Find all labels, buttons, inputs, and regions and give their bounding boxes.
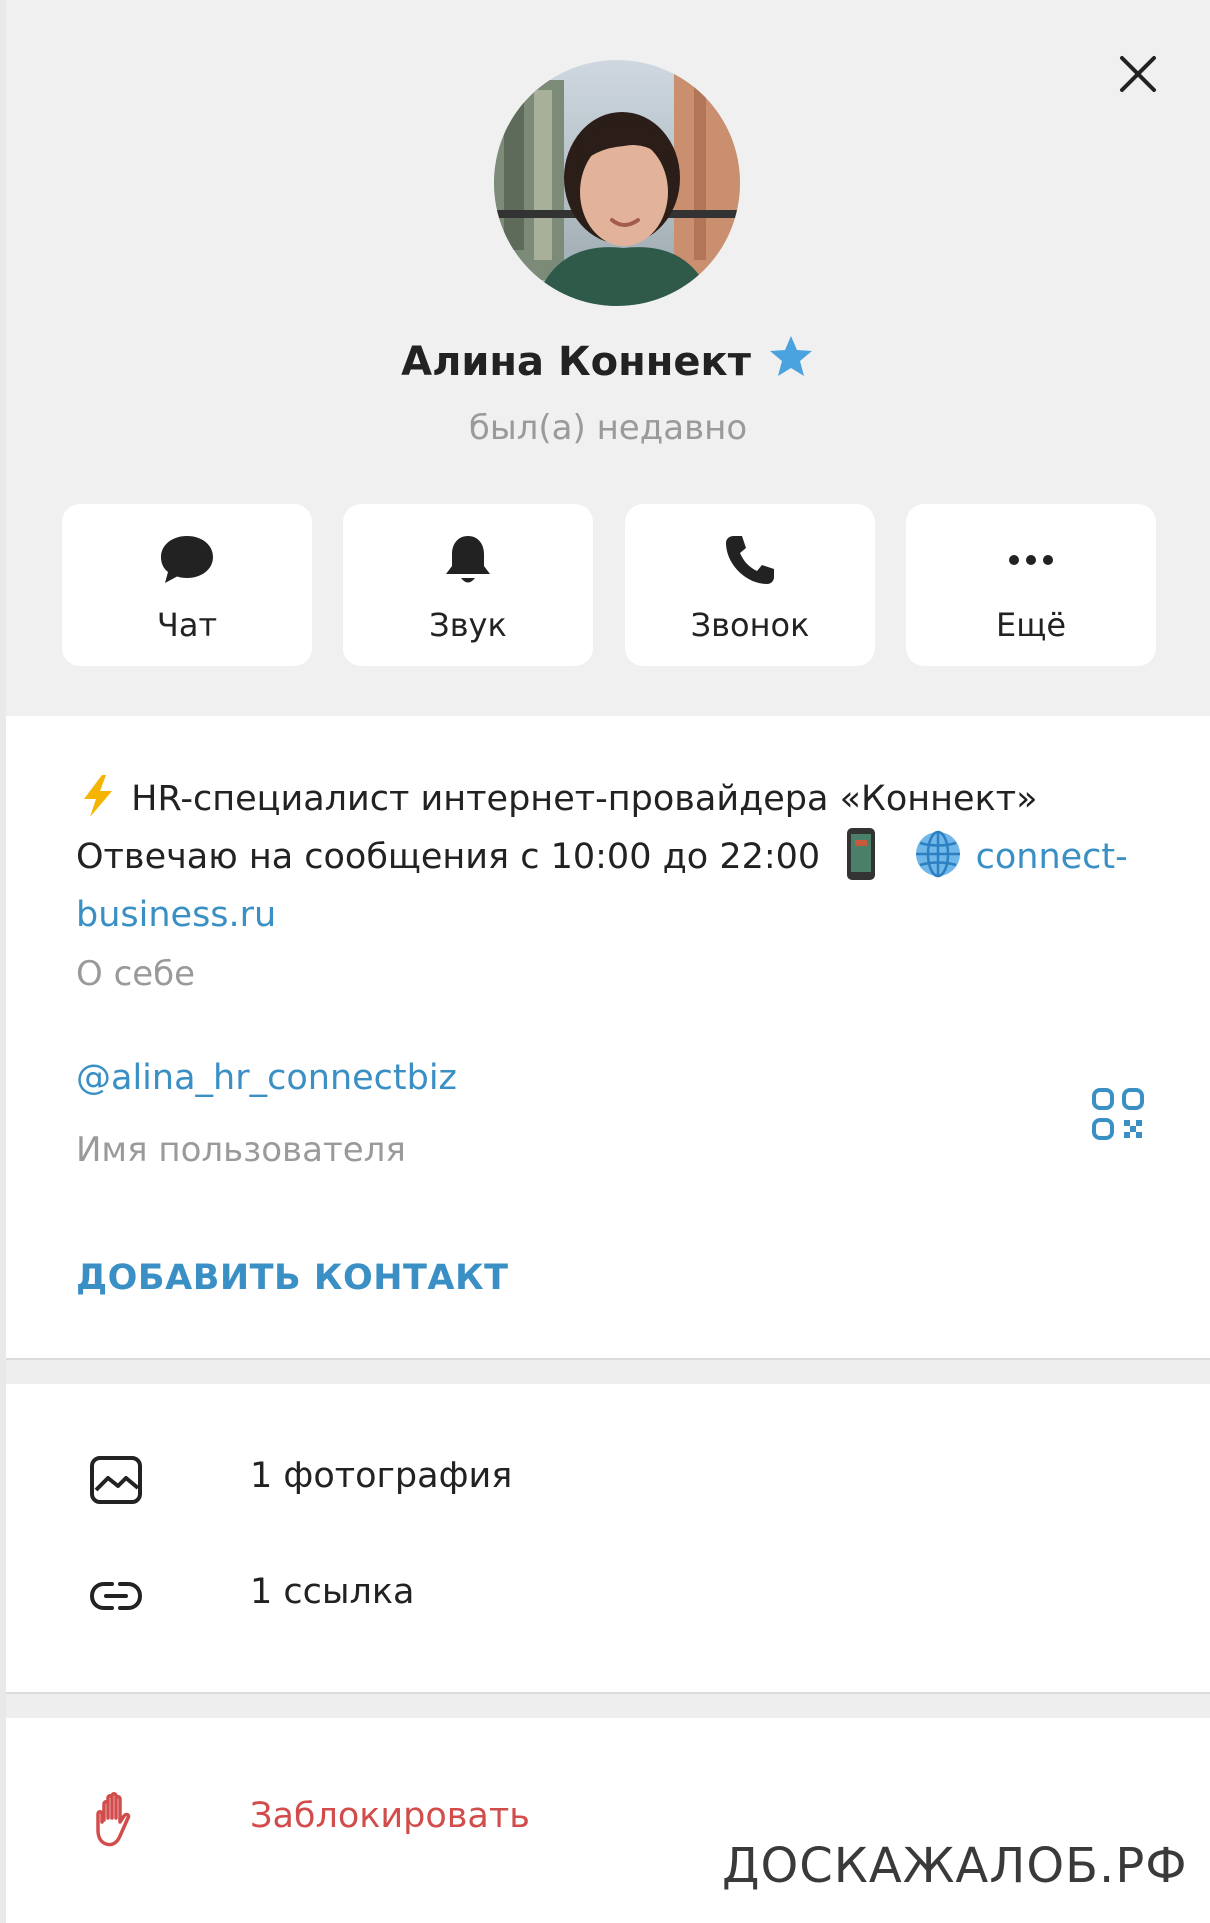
action-buttons: Чат Звук Звонок Ещё bbox=[62, 504, 1156, 666]
links-count: 1 ссылка bbox=[250, 1572, 415, 1612]
sound-button[interactable]: Звук bbox=[343, 504, 593, 666]
close-icon bbox=[1120, 56, 1156, 92]
sound-button-label: Звук bbox=[429, 606, 507, 644]
close-button[interactable] bbox=[1110, 46, 1166, 102]
profile-panel: Алина Коннект был(а) недавно Чат Звук Зв… bbox=[6, 0, 1210, 1923]
block-user-label: Заблокировать bbox=[250, 1796, 530, 1836]
avatar[interactable] bbox=[494, 60, 740, 306]
profile-status: был(а) недавно bbox=[468, 408, 748, 448]
watermark: ДОСКАЖАЛОБ.РФ bbox=[722, 1838, 1188, 1894]
more-dots-icon bbox=[1009, 555, 1053, 565]
bell-icon bbox=[446, 536, 490, 583]
mobile-phone-emoji-icon bbox=[847, 828, 876, 880]
phone-icon bbox=[726, 536, 774, 584]
photos-count: 1 фотография bbox=[250, 1456, 513, 1496]
media-row-photos[interactable]: 1 фотография bbox=[6, 1430, 1210, 1530]
bio-text: HR-специалист интернет-провайдера «Конне… bbox=[76, 770, 1156, 944]
hand-stop-icon bbox=[96, 1792, 131, 1847]
bio-caption: О себе bbox=[76, 954, 196, 994]
section-divider bbox=[6, 1358, 1210, 1384]
bio-line-2: Отвечаю на сообщения с 10:00 до 22:00 bbox=[76, 837, 821, 877]
qr-code-icon[interactable] bbox=[1090, 1086, 1146, 1142]
link-icon bbox=[89, 1582, 143, 1610]
bio-link-continued[interactable]: business.ru bbox=[76, 895, 276, 935]
more-button-label: Ещё bbox=[995, 606, 1067, 644]
call-button[interactable]: Звонок bbox=[625, 504, 875, 666]
photo-icon bbox=[90, 1456, 142, 1504]
username-caption: Имя пользователя bbox=[76, 1130, 406, 1170]
profile-header: Алина Коннект был(а) недавно Чат Звук Зв… bbox=[6, 0, 1210, 716]
add-contact-button[interactable]: ДОБАВИТЬ КОНТАКТ bbox=[76, 1258, 509, 1298]
bio-line-1: HR-специалист интернет-провайдера «Конне… bbox=[131, 779, 1038, 819]
username-link[interactable]: @alina_hr_connectbiz bbox=[76, 1058, 457, 1098]
globe-emoji-icon bbox=[916, 830, 961, 878]
chat-bubble-icon bbox=[161, 536, 213, 583]
profile-name: Алина Коннект bbox=[401, 339, 751, 385]
profile-name-row: Алина Коннект bbox=[6, 336, 1210, 386]
section-divider bbox=[6, 1692, 1210, 1718]
avatar-photo bbox=[494, 60, 740, 306]
call-button-label: Звонок bbox=[690, 606, 810, 644]
bio-link[interactable]: connect- bbox=[976, 837, 1128, 877]
star-icon bbox=[769, 336, 812, 376]
media-row-links[interactable]: 1 ссылка bbox=[6, 1546, 1210, 1646]
lightning-emoji-icon bbox=[84, 775, 112, 817]
more-button[interactable]: Ещё bbox=[906, 504, 1156, 666]
chat-button[interactable]: Чат bbox=[62, 504, 312, 666]
chat-button-label: Чат bbox=[156, 606, 218, 644]
